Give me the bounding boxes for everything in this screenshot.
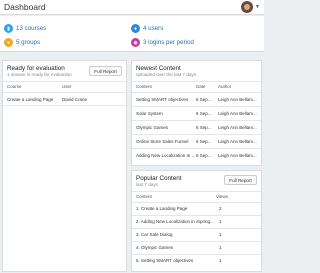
table-cell-content[interactable]: 5. Setting SMART objectives [136, 258, 214, 263]
card-title: Ready for evaluation [7, 65, 65, 72]
top-bar: Dashboard ▼ [0, 0, 264, 15]
newest-content-card: Newest Content uploaded over the last 7 … [131, 60, 262, 166]
table-cell-author: Leigh Ann Bellam... [218, 97, 257, 102]
eye-icon: ◉ [131, 38, 140, 47]
divider [3, 105, 126, 106]
divider [132, 81, 261, 82]
card-title: Newest Content [136, 65, 181, 72]
table-cell-content[interactable]: Adding New Localization In ... [136, 153, 195, 158]
divider [132, 202, 261, 203]
divider [132, 228, 261, 229]
table-cell-author: Leigh Ann Bellam... [218, 153, 257, 158]
table-cell-course[interactable]: Create a Landing Page [7, 97, 61, 102]
table-cell-views: 1 [219, 245, 222, 250]
table-cell-content[interactable]: Olympic Games [136, 125, 195, 130]
table-cell-author: Leigh Ann Bellam... [218, 125, 257, 130]
stat-logins-label: 3 logins per period [143, 39, 194, 46]
divider [132, 92, 261, 93]
stat-courses[interactable]: ▮ 13 courses [4, 23, 46, 34]
divider [132, 241, 261, 242]
table-cell-content[interactable]: Setting SMART objectives [136, 97, 195, 102]
table-cell-date: 6 Sep... [196, 125, 212, 130]
stats-panel: ▮ 13 courses ● 4 users ● 5 groups ◉ 3 lo… [0, 16, 264, 52]
divider [132, 134, 261, 135]
stat-users[interactable]: ● 4 users [131, 23, 163, 34]
group-icon: ● [4, 38, 13, 47]
table-cell-author: Leigh Ann Bellam... [218, 139, 257, 144]
column-header: Course [7, 84, 22, 89]
avatar-face [244, 4, 250, 10]
table-cell-content[interactable]: Online Store Sales Funnel [136, 139, 195, 144]
divider [132, 215, 261, 216]
stat-logins[interactable]: ◉ 3 logins per period [131, 37, 194, 48]
divider [3, 92, 126, 93]
card-subtitle: 1 answer is ready for evaluation [7, 72, 72, 77]
table-cell-user: David Crane [62, 97, 88, 102]
full-report-button[interactable]: Full Report [89, 66, 122, 76]
table-cell-views: 2 [219, 206, 222, 211]
divider [132, 106, 261, 107]
table-cell-content[interactable]: 4. Olympic Games [136, 245, 214, 250]
divider [132, 254, 261, 255]
column-header: Date [196, 84, 206, 89]
card-title: Popular Content [136, 175, 182, 182]
table-cell-date: 6 Sep... [196, 97, 212, 102]
card-subtitle: uploaded over the last 7 days [136, 72, 197, 77]
stat-courses-label: 13 courses [16, 25, 47, 32]
table-cell-content[interactable]: 1. Create a Landing Page [136, 206, 214, 211]
divider [3, 81, 126, 82]
column-header: Content [136, 84, 152, 89]
table-cell-content[interactable]: 2. Adding New Localization in iSpring... [136, 219, 214, 224]
page-title: Dashboard [4, 2, 46, 12]
column-header: Author [218, 84, 232, 89]
column-header: Views [216, 194, 228, 199]
table-cell-date: 6 Sep... [196, 111, 212, 116]
stat-users-label: 4 users [143, 25, 164, 32]
divider [132, 148, 261, 149]
table-cell-views: 1 [219, 258, 222, 263]
stat-groups[interactable]: ● 5 groups [4, 37, 40, 48]
column-header: User [62, 84, 72, 89]
user-avatar-icon[interactable] [241, 1, 253, 13]
table-cell-views: 1 [219, 232, 222, 237]
table-cell-content[interactable]: 3. Car Sale Dialog [136, 232, 214, 237]
table-cell-content[interactable]: Solar System [136, 111, 195, 116]
user-icon: ● [131, 24, 140, 33]
divider [132, 191, 261, 192]
full-report-button[interactable]: Full Report [224, 175, 257, 185]
chevron-down-icon[interactable]: ▼ [255, 4, 260, 10]
ready-for-evaluation-card: Ready for evaluation 1 answer is ready f… [2, 60, 127, 272]
table-cell-date: 6 Sep... [196, 153, 212, 158]
stat-groups-label: 5 groups [16, 39, 41, 46]
table-cell-author: Leigh Ann Bellam... [218, 111, 257, 116]
column-header: Content [136, 194, 152, 199]
table-cell-date: 6 Sep... [196, 139, 212, 144]
book-icon: ▮ [4, 24, 13, 33]
divider [132, 120, 261, 121]
table-cell-views: 1 [219, 219, 222, 224]
card-subtitle: last 7 days [136, 182, 158, 187]
popular-content-card: Popular Content last 7 days Full Report … [131, 170, 262, 272]
